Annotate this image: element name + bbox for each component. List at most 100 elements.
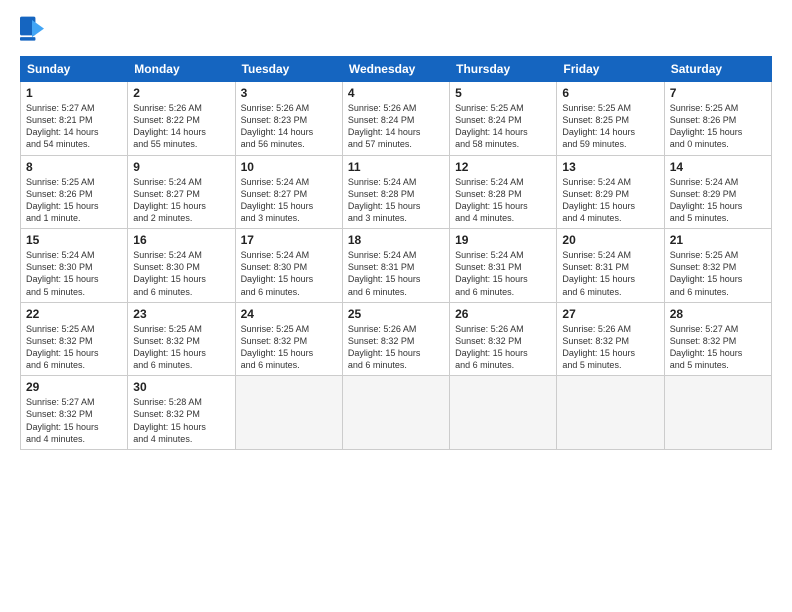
- weekday-header-friday: Friday: [557, 57, 664, 82]
- cell-info: Sunrise: 5:25 AMSunset: 8:25 PMDaylight:…: [562, 102, 658, 151]
- cell-info: Sunrise: 5:26 AMSunset: 8:32 PMDaylight:…: [562, 323, 658, 372]
- day-number: 22: [26, 307, 122, 321]
- calendar-cell: 19 Sunrise: 5:24 AMSunset: 8:31 PMDayligh…: [450, 229, 557, 303]
- cell-info: Sunrise: 5:27 AMSunset: 8:21 PMDaylight:…: [26, 102, 122, 151]
- cell-info: Sunrise: 5:25 AMSunset: 8:26 PMDaylight:…: [26, 176, 122, 225]
- calendar-cell: 11 Sunrise: 5:24 AMSunset: 8:28 PMDayligh…: [342, 155, 449, 229]
- day-number: 7: [670, 86, 766, 100]
- calendar-cell: 8 Sunrise: 5:25 AMSunset: 8:26 PMDaylight…: [21, 155, 128, 229]
- day-number: 5: [455, 86, 551, 100]
- calendar-cell: 29 Sunrise: 5:27 AMSunset: 8:32 PMDayligh…: [21, 376, 128, 450]
- calendar-header-row: SundayMondayTuesdayWednesdayThursdayFrid…: [21, 57, 772, 82]
- calendar-cell: 18 Sunrise: 5:24 AMSunset: 8:31 PMDayligh…: [342, 229, 449, 303]
- calendar-cell: 25 Sunrise: 5:26 AMSunset: 8:32 PMDayligh…: [342, 302, 449, 376]
- cell-info: Sunrise: 5:27 AMSunset: 8:32 PMDaylight:…: [670, 323, 766, 372]
- cell-info: Sunrise: 5:24 AMSunset: 8:27 PMDaylight:…: [133, 176, 229, 225]
- calendar-cell: 24Sunrise: 5:25 AMSunset: 8:32 PMDayligh…: [235, 302, 342, 376]
- calendar-table: SundayMondayTuesdayWednesdayThursdayFrid…: [20, 56, 772, 450]
- day-number: 19: [455, 233, 551, 247]
- cell-info: Sunrise: 5:28 AMSunset: 8:32 PMDaylight:…: [133, 396, 229, 445]
- calendar-cell: 5Sunrise: 5:25 AMSunset: 8:24 PMDaylight…: [450, 82, 557, 156]
- calendar-cell: 10 Sunrise: 5:24 AMSunset: 8:27 PMDayligh…: [235, 155, 342, 229]
- calendar-week-row: 15Sunrise: 5:24 AMSunset: 8:30 PMDayligh…: [21, 229, 772, 303]
- calendar-week-row: 1 Sunrise: 5:27 AMSunset: 8:21 PMDaylight…: [21, 82, 772, 156]
- calendar-cell: 4 Sunrise: 5:26 AMSunset: 8:24 PMDaylight…: [342, 82, 449, 156]
- weekday-header-wednesday: Wednesday: [342, 57, 449, 82]
- day-number: 11: [348, 160, 444, 174]
- weekday-header-saturday: Saturday: [664, 57, 771, 82]
- calendar-cell: [557, 376, 664, 450]
- cell-info: Sunrise: 5:25 AMSunset: 8:32 PMDaylight:…: [670, 249, 766, 298]
- calendar-cell: 15Sunrise: 5:24 AMSunset: 8:30 PMDayligh…: [21, 229, 128, 303]
- calendar-cell: 7 Sunrise: 5:25 AMSunset: 8:26 PMDaylight…: [664, 82, 771, 156]
- cell-info: Sunrise: 5:26 AMSunset: 8:22 PMDaylight:…: [133, 102, 229, 151]
- day-number: 3: [241, 86, 337, 100]
- day-number: 6: [562, 86, 658, 100]
- page: SundayMondayTuesdayWednesdayThursdayFrid…: [0, 0, 792, 612]
- day-number: 13: [562, 160, 658, 174]
- calendar-cell: 6 Sunrise: 5:25 AMSunset: 8:25 PMDaylight…: [557, 82, 664, 156]
- weekday-header-thursday: Thursday: [450, 57, 557, 82]
- cell-info: Sunrise: 5:26 AMSunset: 8:24 PMDaylight:…: [348, 102, 444, 151]
- day-number: 9: [133, 160, 229, 174]
- day-number: 20: [562, 233, 658, 247]
- cell-info: Sunrise: 5:24 AMSunset: 8:30 PMDaylight:…: [241, 249, 337, 298]
- weekday-header-monday: Monday: [128, 57, 235, 82]
- day-number: 4: [348, 86, 444, 100]
- cell-info: Sunrise: 5:24 AMSunset: 8:28 PMDaylight:…: [348, 176, 444, 225]
- calendar-cell: [342, 376, 449, 450]
- calendar-cell: 27 Sunrise: 5:26 AMSunset: 8:32 PMDayligh…: [557, 302, 664, 376]
- day-number: 8: [26, 160, 122, 174]
- cell-info: Sunrise: 5:24 AMSunset: 8:29 PMDaylight:…: [562, 176, 658, 225]
- day-number: 29: [26, 380, 122, 394]
- calendar-cell: 20Sunrise: 5:24 AMSunset: 8:31 PMDayligh…: [557, 229, 664, 303]
- calendar-cell: 28 Sunrise: 5:27 AMSunset: 8:32 PMDayligh…: [664, 302, 771, 376]
- calendar-cell: 9 Sunrise: 5:24 AMSunset: 8:27 PMDaylight…: [128, 155, 235, 229]
- day-number: 25: [348, 307, 444, 321]
- logo-icon: [20, 16, 44, 48]
- logo: [20, 16, 48, 48]
- calendar-week-row: 29 Sunrise: 5:27 AMSunset: 8:32 PMDayligh…: [21, 376, 772, 450]
- calendar-cell: 13 Sunrise: 5:24 AMSunset: 8:29 PMDayligh…: [557, 155, 664, 229]
- day-number: 24: [241, 307, 337, 321]
- header: [20, 16, 772, 48]
- cell-info: Sunrise: 5:24 AMSunset: 8:28 PMDaylight:…: [455, 176, 551, 225]
- cell-info: Sunrise: 5:24 AMSunset: 8:29 PMDaylight:…: [670, 176, 766, 225]
- day-number: 18: [348, 233, 444, 247]
- calendar-cell: 30 Sunrise: 5:28 AMSunset: 8:32 PMDayligh…: [128, 376, 235, 450]
- day-number: 28: [670, 307, 766, 321]
- cell-info: Sunrise: 5:27 AMSunset: 8:32 PMDaylight:…: [26, 396, 122, 445]
- cell-info: Sunrise: 5:26 AMSunset: 8:23 PMDaylight:…: [241, 102, 337, 151]
- cell-info: Sunrise: 5:24 AMSunset: 8:27 PMDaylight:…: [241, 176, 337, 225]
- day-number: 30: [133, 380, 229, 394]
- cell-info: Sunrise: 5:25 AMSunset: 8:26 PMDaylight:…: [670, 102, 766, 151]
- cell-info: Sunrise: 5:26 AMSunset: 8:32 PMDaylight:…: [348, 323, 444, 372]
- day-number: 16: [133, 233, 229, 247]
- calendar-cell: 26 Sunrise: 5:26 AMSunset: 8:32 PMDayligh…: [450, 302, 557, 376]
- day-number: 14: [670, 160, 766, 174]
- calendar-cell: [235, 376, 342, 450]
- calendar-cell: 14 Sunrise: 5:24 AMSunset: 8:29 PMDayligh…: [664, 155, 771, 229]
- day-number: 27: [562, 307, 658, 321]
- calendar-cell: 21Sunrise: 5:25 AMSunset: 8:32 PMDayligh…: [664, 229, 771, 303]
- day-number: 23: [133, 307, 229, 321]
- calendar-cell: 23 Sunrise: 5:25 AMSunset: 8:32 PMDayligh…: [128, 302, 235, 376]
- day-number: 10: [241, 160, 337, 174]
- calendar-cell: [450, 376, 557, 450]
- day-number: 1: [26, 86, 122, 100]
- calendar-cell: 22 Sunrise: 5:25 AMSunset: 8:32 PMDayligh…: [21, 302, 128, 376]
- calendar-cell: 1 Sunrise: 5:27 AMSunset: 8:21 PMDaylight…: [21, 82, 128, 156]
- calendar-cell: 12Sunrise: 5:24 AMSunset: 8:28 PMDayligh…: [450, 155, 557, 229]
- cell-info: Sunrise: 5:24 AMSunset: 8:30 PMDaylight:…: [26, 249, 122, 298]
- calendar-week-row: 22 Sunrise: 5:25 AMSunset: 8:32 PMDayligh…: [21, 302, 772, 376]
- calendar-week-row: 8 Sunrise: 5:25 AMSunset: 8:26 PMDaylight…: [21, 155, 772, 229]
- cell-info: Sunrise: 5:26 AMSunset: 8:32 PMDaylight:…: [455, 323, 551, 372]
- day-number: 26: [455, 307, 551, 321]
- calendar-cell: [664, 376, 771, 450]
- cell-info: Sunrise: 5:24 AMSunset: 8:31 PMDaylight:…: [455, 249, 551, 298]
- cell-info: Sunrise: 5:24 AMSunset: 8:30 PMDaylight:…: [133, 249, 229, 298]
- cell-info: Sunrise: 5:25 AMSunset: 8:32 PMDaylight:…: [133, 323, 229, 372]
- cell-info: Sunrise: 5:24 AMSunset: 8:31 PMDaylight:…: [348, 249, 444, 298]
- day-number: 2: [133, 86, 229, 100]
- cell-info: Sunrise: 5:25 AMSunset: 8:32 PMDaylight:…: [26, 323, 122, 372]
